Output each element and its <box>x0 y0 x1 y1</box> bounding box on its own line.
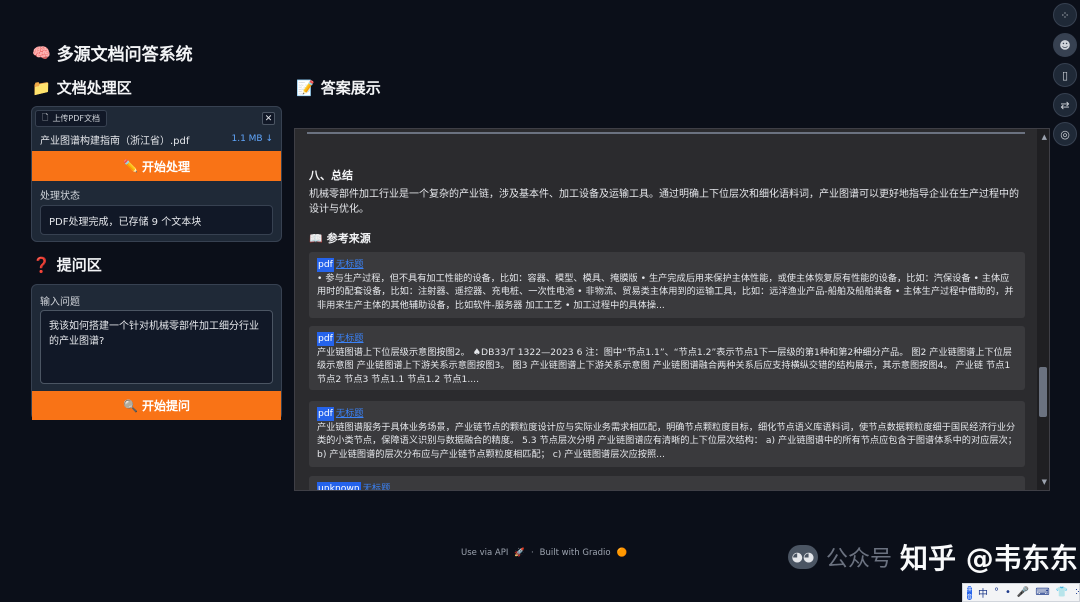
watermark-ghost: 公众号 <box>826 547 893 572</box>
source-type: unknown <box>317 482 361 490</box>
rocket-icon: 🚀 <box>514 548 525 558</box>
source-link[interactable]: 无标题 <box>336 332 364 346</box>
source-type: pdf <box>317 332 334 346</box>
watermark: ◕◕ 公众号 知乎 @韦东东 <box>788 537 1078 577</box>
scroll-down-icon[interactable]: ▼ <box>1042 478 1047 486</box>
source-text: • 参与生产过程，但不具有加工性能的设备，比如：容器、模型、模具、掩膜版 • 生… <box>317 272 1014 311</box>
source-card: pdf 无标题 产业链图谱服务于具体业务场景，产业链节点的颗粒度设计应与实际业务… <box>309 401 1025 467</box>
book-open-icon[interactable]: ▯ <box>1053 63 1077 87</box>
file-icon: 🗋 <box>42 112 49 122</box>
answer-panel[interactable]: 八、总结 机械零部件加工行业是一个复杂的产业链，涉及基本件、加工设备及运输工具。… <box>294 128 1050 491</box>
file-size[interactable]: 1.1 MB ↓ <box>231 134 273 144</box>
search-icon: 🔍 <box>123 398 138 413</box>
gradio-logo-icon: 🟠 <box>616 548 628 558</box>
source-card: unknown 无标题 <box>309 476 1025 490</box>
divider <box>307 132 1025 134</box>
summary-heading: 八、总结 <box>309 169 353 182</box>
start-process-button[interactable]: ✏️ 开始处理 <box>32 151 281 181</box>
upload-pdf-tab[interactable]: 🗋 上传PDF文档 <box>35 110 108 127</box>
status-field[interactable]: PDF处理完成，已存储 9 个文本块 <box>40 205 273 235</box>
pencil-icon: ✏️ <box>123 159 138 173</box>
grid-icon[interactable]: ⁘ <box>1053 3 1077 27</box>
built-with-gradio-link[interactable]: Built with Gradio <box>540 548 611 558</box>
keyboard-icon[interactable]: ⌨ <box>1035 587 1049 598</box>
summary-text: 机械零部件加工行业是一个复杂的产业链，涉及基本件、加工设备及运输工具。通过明确上… <box>309 189 1019 215</box>
answer-section-title: 📝 答案展示 <box>296 77 381 98</box>
source-card: pdf 无标题 • 参与生产过程，但不具有加工性能的设备，比如：容器、模型、模具… <box>309 252 1025 318</box>
scroll-up-icon[interactable]: ▲ <box>1042 133 1047 141</box>
source-link[interactable]: 无标题 <box>336 258 364 272</box>
scrollbar[interactable]: ▲ ▼ <box>1037 129 1049 490</box>
ime-punct[interactable]: ° <box>994 587 999 598</box>
start-process-label: 开始处理 <box>141 159 190 174</box>
doc-section-title-text: 文档处理区 <box>56 79 132 97</box>
uploaded-file-row[interactable]: 产业图谱构建指南（浙江省）.pdf 1.1 MB ↓ <box>32 129 281 149</box>
answer-section-title-text: 答案展示 <box>320 79 381 97</box>
source-link[interactable]: 无标题 <box>363 482 391 490</box>
sources-heading-text: 参考来源 <box>326 232 371 245</box>
chat-bot-icon[interactable]: ☻ <box>1053 33 1077 57</box>
source-text: 产业链图谱服务于具体业务场景，产业链节点的颗粒度设计应与实际业务需求相匹配，明确… <box>317 421 1017 460</box>
app-title: 🧠 多源文档问答系统 <box>32 40 193 66</box>
folder-icon: 📁 <box>32 78 51 97</box>
brain-icon: 🧠 <box>32 43 51 62</box>
start-ask-label: 开始提问 <box>141 399 190 413</box>
translate-icon[interactable]: ⇄ <box>1053 93 1077 117</box>
ime-logo-icon[interactable]: 拼音 <box>967 585 973 600</box>
question-label: 输入问题 <box>40 297 80 308</box>
footer: Use via API 🚀 · Built with Gradio 🟠 <box>461 548 627 558</box>
ask-panel: 输入问题 我该如何搭建一个针对机械零部件加工细分行业的产业图谱? 🔍 开始提问 <box>31 284 282 420</box>
ask-section-title-text: 提问区 <box>56 256 102 274</box>
source-header: pdf 无标题 <box>317 332 1017 346</box>
microphone-icon[interactable]: 🎤 <box>1017 587 1029 598</box>
question-value: 我该如何搭建一个针对机械零部件加工细分行业的产业图谱? <box>49 321 259 347</box>
source-header: unknown 无标题 <box>317 482 1017 490</box>
ime-lang[interactable]: 中 <box>978 585 988 600</box>
wechat-icon: ◕◕ <box>788 545 818 569</box>
sources-heading: 📖 参考来源 <box>309 230 371 246</box>
doc-section-title: 📁 文档处理区 <box>32 77 132 98</box>
watermark-text: 知乎 @韦东东 <box>900 542 1078 575</box>
question-input[interactable]: 我该如何搭建一个针对机械零部件加工细分行业的产业图谱? <box>40 310 273 384</box>
scroll-thumb[interactable] <box>1039 367 1047 417</box>
source-link[interactable]: 无标题 <box>336 407 364 421</box>
doc-panel: 🗋 上传PDF文档 ✕ 产业图谱构建指南（浙江省）.pdf 1.1 MB ↓ ✏… <box>31 106 282 242</box>
side-toolbar: ⁘ ☻ ▯ ⇄ ◎ <box>1050 0 1080 602</box>
file-name: 产业图谱构建指南（浙江省）.pdf <box>40 135 190 147</box>
source-card: pdf 无标题 产业链图谱上下位层级示意图按图2。 ♠DB33/T 1322—2… <box>309 326 1025 390</box>
ime-toolbar[interactable]: 拼音 中 ° • 🎤 ⌨ 👕 ⁙ <box>962 583 1080 602</box>
source-header: pdf 无标题 <box>317 258 1017 272</box>
memo-icon: 📝 <box>296 78 315 97</box>
source-header: pdf 无标题 <box>317 407 1017 421</box>
ime-dots[interactable]: • <box>1005 587 1011 598</box>
source-text: 产业链图谱上下位层级示意图按图2。 ♠DB33/T 1322—2023 6 注：… <box>317 346 1012 385</box>
close-icon[interactable]: ✕ <box>262 112 275 125</box>
status-label: 处理状态 <box>40 191 80 202</box>
book-icon: 📖 <box>309 231 323 245</box>
source-type: pdf <box>317 407 334 421</box>
settings-icon[interactable]: ◎ <box>1053 122 1077 146</box>
upload-pdf-tab-label: 上传PDF文档 <box>52 114 101 123</box>
grid-menu-icon[interactable]: ⁙ <box>1074 587 1080 598</box>
source-type: pdf <box>317 258 334 272</box>
status-value: PDF处理完成，已存储 9 个文本块 <box>49 216 202 228</box>
question-icon: ❓ <box>32 255 51 274</box>
ask-section-title: ❓ 提问区 <box>32 254 102 275</box>
app-title-text: 多源文档问答系统 <box>56 45 193 65</box>
use-via-api-link[interactable]: Use via API <box>461 548 508 558</box>
footer-dot: · <box>530 548 534 558</box>
start-ask-button[interactable]: 🔍 开始提问 <box>32 391 281 420</box>
skin-icon[interactable]: 👕 <box>1056 587 1068 598</box>
